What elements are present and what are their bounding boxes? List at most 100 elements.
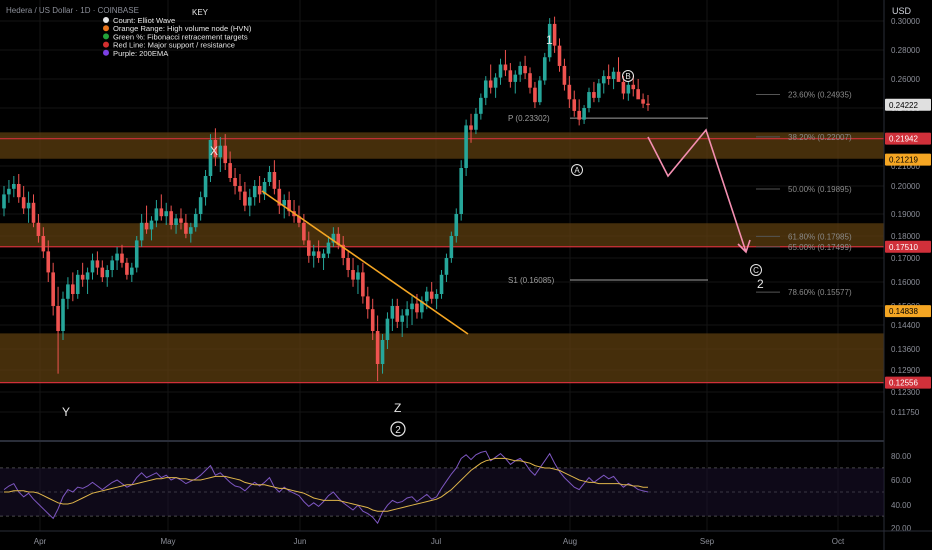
candle-body (365, 296, 370, 310)
candle-body (424, 291, 429, 302)
candle-body (7, 188, 11, 195)
candle-body (518, 65, 522, 75)
price-tick-label: 0.26000 (891, 75, 920, 84)
time-tick-label: Sep (700, 537, 715, 546)
candle-body (105, 270, 110, 278)
candle-body (130, 267, 134, 275)
price-tick-label: 0.18000 (891, 232, 920, 241)
candle-body (26, 202, 31, 209)
candle-body (474, 113, 478, 130)
candle-body (631, 84, 636, 90)
candle-body (12, 184, 16, 189)
candle-body (248, 197, 252, 206)
candle-body (51, 272, 55, 306)
candle-body (31, 202, 36, 223)
candle-body (479, 97, 483, 114)
wave-label-b: B (625, 72, 630, 81)
candle-body (149, 220, 154, 230)
wave-label-y: Y (62, 405, 70, 419)
candle-body (85, 272, 90, 280)
candle-body (356, 272, 360, 280)
price-label-text: 0.14838 (889, 307, 918, 316)
candle-body (134, 240, 139, 268)
candle-body (429, 291, 434, 299)
time-tick-label: Jun (294, 537, 307, 546)
time-tick-label: Jul (431, 537, 441, 546)
candle-body (400, 315, 404, 322)
candle-body (557, 45, 562, 66)
candle-body (16, 184, 21, 198)
chart-canvas[interactable]: 23.60% (0.24935) 38.20% (0.22007) 50.00% (… (0, 0, 932, 550)
candle-body (454, 214, 459, 236)
candle-body (120, 253, 124, 263)
wave-label-x: X (210, 144, 218, 158)
time-tick-label: Apr (34, 537, 47, 546)
price-tick-label: 0.30000 (891, 17, 920, 26)
candle-body (125, 262, 129, 275)
candle-body (503, 64, 508, 71)
candle-body (174, 218, 178, 225)
candle-body (488, 80, 493, 88)
candle-body (346, 258, 350, 270)
candle-body (75, 274, 80, 294)
candle-body (193, 214, 198, 228)
candle-body (316, 251, 321, 258)
candle-body (641, 99, 645, 104)
wave-label-c: C (753, 266, 759, 275)
price-tick-label: 0.16000 (891, 278, 920, 287)
price-label-text: 0.17510 (889, 243, 918, 252)
candle-body (385, 318, 390, 340)
wave-label-circled-2: 2 (395, 425, 401, 436)
rsi-tick-label: 60.00 (891, 476, 912, 485)
candle-body (46, 251, 51, 273)
candle-body (267, 172, 272, 182)
candle-body (483, 80, 488, 98)
price-tick-label: 0.11750 (891, 408, 920, 417)
candle-body (597, 83, 601, 98)
candle-body (380, 340, 385, 364)
candle-body (71, 284, 75, 294)
candle-body (169, 211, 173, 225)
rsi-band-fill (0, 468, 884, 516)
candle-body (390, 306, 395, 319)
candle-body (41, 236, 46, 252)
candle-body (375, 331, 380, 364)
candle-body (459, 168, 463, 214)
candle-body (469, 125, 473, 130)
price-tick-label: 0.28000 (891, 46, 920, 55)
currency-label: USD (892, 6, 912, 16)
candle-body (203, 176, 208, 198)
key-bullet-icon (103, 17, 109, 23)
fib-label: 50.00% (0.19895) (788, 185, 852, 194)
candle-body (439, 274, 444, 294)
candle-body (90, 260, 95, 273)
candle-body (179, 218, 183, 223)
candle-body (538, 80, 542, 103)
price-label-text: 0.21219 (889, 156, 918, 165)
fib-label: 23.60% (0.24935) (788, 90, 852, 99)
candle-body (233, 178, 237, 186)
time-tick-label: Aug (563, 537, 577, 546)
candle-body (36, 222, 41, 236)
candle-body (567, 84, 572, 100)
candle-body (562, 65, 567, 85)
candle-body (95, 260, 100, 268)
wave-label-1: 1 (546, 33, 553, 47)
price-tick-label: 0.13600 (891, 345, 920, 354)
candle-body (444, 258, 449, 275)
candle-body (218, 145, 223, 158)
time-tick-label: May (160, 537, 175, 546)
candle-body (115, 253, 119, 261)
rsi-tick-label: 80.00 (891, 452, 912, 461)
candle-body (361, 272, 365, 297)
candle-body (626, 84, 631, 94)
candle-body (542, 57, 547, 81)
rsi-tick-label: 40.00 (891, 501, 912, 510)
candle-body (449, 236, 454, 258)
candle-body (21, 197, 26, 209)
candle-body (311, 251, 316, 256)
candle-body (405, 309, 409, 316)
hvn-zone (0, 333, 884, 383)
rsi-tick-label: 20.00 (891, 524, 912, 533)
candle-body (184, 222, 188, 234)
